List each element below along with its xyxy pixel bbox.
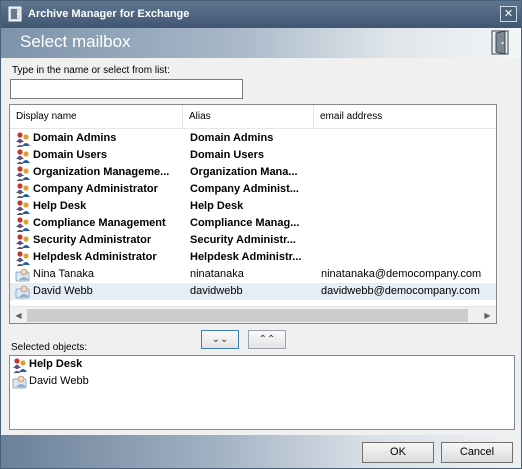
column-header-email[interactable]: email address: [314, 105, 496, 129]
scroll-left-arrow-icon[interactable]: ◀: [10, 307, 27, 323]
group-icon: [12, 357, 28, 373]
scroll-right-arrow-icon[interactable]: ▶: [479, 307, 496, 323]
user-mailbox-icon: [15, 284, 31, 300]
selected-objects-list[interactable]: Help Desk David Webb: [9, 355, 515, 430]
alias-cell: Organization Mana...: [190, 166, 298, 178]
user-mailbox-icon: [12, 374, 28, 390]
table-row[interactable]: Compliance Management Compliance Manag...: [10, 215, 496, 232]
table-row[interactable]: David Webb davidwebb davidwebb@democompany…: [10, 283, 496, 300]
display-name-cell: Help Desk: [29, 358, 83, 370]
group-icon: [15, 165, 31, 181]
group-icon: [15, 199, 31, 215]
table-row[interactable]: Helpdesk Administrator Helpdesk Administr…: [10, 249, 496, 266]
title-bar[interactable]: Archive Manager for Exchange ✕: [1, 1, 521, 28]
selected-objects-label: Selected objects:: [11, 342, 88, 353]
selected-item[interactable]: David Webb: [10, 373, 514, 390]
display-name-cell: David Webb: [29, 375, 89, 387]
search-prompt: Type in the name or select from list:: [12, 65, 170, 76]
archive-app-icon: [8, 6, 22, 22]
group-icon: [15, 250, 31, 266]
alias-cell: davidwebb: [190, 285, 243, 297]
alias-cell: Domain Admins: [190, 132, 274, 144]
close-icon: ✕: [503, 8, 514, 20]
ok-button[interactable]: OK: [362, 442, 434, 463]
horizontal-scrollbar[interactable]: ◀ ▶: [10, 306, 496, 323]
alias-cell: Security Administr...: [190, 234, 296, 246]
list-rows: Domain Admins Domain Admins Domain Users Do…: [10, 130, 496, 300]
table-row[interactable]: Help Desk Help Desk: [10, 198, 496, 215]
display-name-cell: David Webb: [33, 285, 93, 297]
table-row[interactable]: Domain Admins Domain Admins: [10, 130, 496, 147]
table-row[interactable]: Organization Manageme... Organization Man…: [10, 164, 496, 181]
table-row[interactable]: Nina Tanaka ninatanaka ninatanaka@democomp…: [10, 266, 496, 283]
alias-cell: Company Administ...: [190, 183, 299, 195]
display-name-cell: Domain Admins: [33, 132, 117, 144]
dialog-header: Select mailbox: [1, 28, 521, 58]
display-name-cell: Company Administrator: [33, 183, 158, 195]
dialog-window: Archive Manager for Exchange ✕ Select ma…: [0, 0, 522, 469]
user-mailbox-icon: [15, 267, 31, 283]
alias-cell: Helpdesk Administr...: [190, 251, 302, 263]
email-cell: davidwebb@democompany.com: [321, 285, 480, 297]
table-row[interactable]: Company Administrator Company Administ...: [10, 181, 496, 198]
alias-cell: Domain Users: [190, 149, 264, 161]
dialog-footer: OK Cancel: [1, 435, 521, 468]
double-chevron-up-icon: ⌃⌃: [258, 334, 276, 345]
list-header: Display name Alias email address: [10, 105, 496, 129]
cancel-button[interactable]: Cancel: [441, 442, 513, 463]
display-name-cell: Help Desk: [33, 200, 87, 212]
display-name-cell: Helpdesk Administrator: [33, 251, 157, 263]
selected-item[interactable]: Help Desk: [10, 356, 514, 373]
table-row[interactable]: Domain Users Domain Users: [10, 147, 496, 164]
vertical-scrollbar[interactable]: ▲ ▼: [496, 105, 497, 323]
display-name-cell: Compliance Management: [33, 217, 166, 229]
mailbox-list: Display name Alias email address Domain …: [9, 104, 497, 324]
column-header-display-name[interactable]: Display name: [10, 105, 183, 129]
alias-cell: Compliance Manag...: [190, 217, 300, 229]
search-input[interactable]: [10, 79, 243, 99]
horizontal-scroll-thumb[interactable]: [27, 309, 468, 322]
display-name-cell: Domain Users: [33, 149, 107, 161]
display-name-cell: Organization Manageme...: [33, 166, 170, 178]
column-header-alias[interactable]: Alias: [183, 105, 314, 129]
email-cell: ninatanaka@democompany.com: [321, 268, 482, 280]
display-name-cell: Nina Tanaka: [33, 268, 94, 280]
alias-cell: Help Desk: [190, 200, 244, 212]
group-icon: [15, 131, 31, 147]
double-chevron-down-icon: ⌄⌄: [211, 334, 229, 345]
group-icon: [15, 182, 31, 198]
table-row[interactable]: Security Administrator Security Administr…: [10, 232, 496, 249]
door-icon: [491, 30, 509, 55]
page-title: Select mailbox: [20, 32, 131, 51]
close-button[interactable]: ✕: [500, 6, 517, 22]
remove-from-selection-button[interactable]: ⌃⌃: [248, 330, 286, 349]
group-icon: [15, 148, 31, 164]
display-name-cell: Security Administrator: [33, 234, 152, 246]
alias-cell: ninatanaka: [190, 268, 244, 280]
window-title: Archive Manager for Exchange: [28, 8, 190, 20]
group-icon: [15, 216, 31, 232]
group-icon: [15, 233, 31, 249]
add-to-selection-button[interactable]: ⌄⌄: [201, 330, 239, 349]
